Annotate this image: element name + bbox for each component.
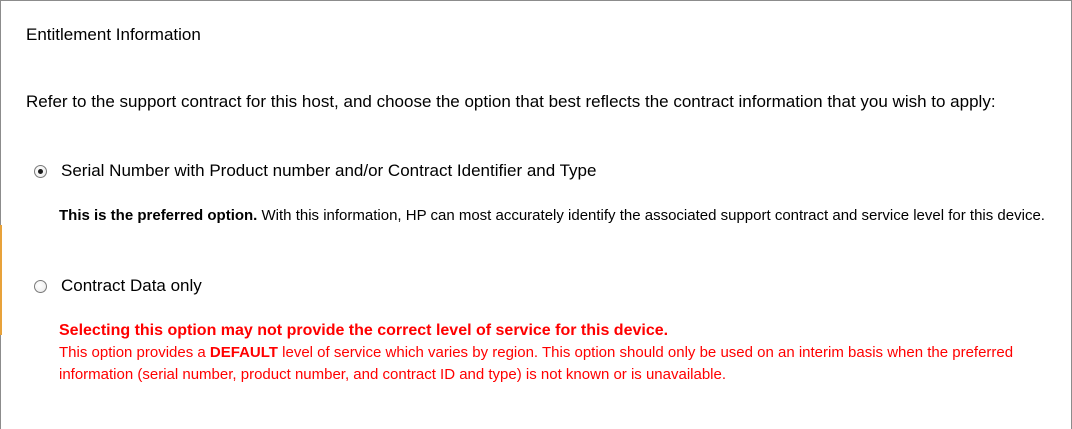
option-serial-number-label[interactable]: Serial Number with Product number and/or… bbox=[61, 160, 596, 182]
warning-headline: Selecting this option may not provide th… bbox=[59, 322, 669, 339]
option-contract-data[interactable]: Contract Data only bbox=[34, 275, 202, 297]
option-contract-data-label[interactable]: Contract Data only bbox=[61, 275, 202, 297]
warning-default-keyword: DEFAULT bbox=[209, 344, 278, 361]
intro-text: Refer to the support contract for this h… bbox=[26, 92, 996, 111]
radio-serial-number[interactable] bbox=[34, 164, 47, 178]
preferred-option-detail: With this information, HP can most accur… bbox=[257, 207, 1045, 224]
radio-contract-data[interactable] bbox=[34, 279, 47, 293]
section-title: Entitlement Information bbox=[26, 25, 201, 44]
warning-text-pre: This option provides a bbox=[59, 344, 210, 361]
preferred-option-note: This is the preferred option. bbox=[59, 207, 258, 224]
focus-accent-bar bbox=[0, 225, 2, 335]
option-contract-data-warning: Selecting this option may not provide th… bbox=[59, 320, 1049, 386]
option-serial-number[interactable]: Serial Number with Product number and/or… bbox=[34, 160, 596, 182]
option-serial-number-description: This is the preferred option. With this … bbox=[59, 205, 1049, 227]
